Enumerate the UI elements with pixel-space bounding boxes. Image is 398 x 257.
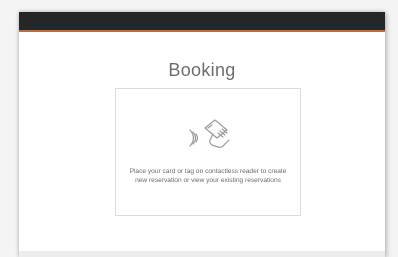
top-bar-accent-line xyxy=(19,30,385,32)
booking-card: Place your card or tag on contactless re… xyxy=(115,88,301,216)
instruction-text: Place your card or tag on contactless re… xyxy=(129,168,287,185)
contactless-card-icon xyxy=(189,119,230,148)
app-window: Booking Place your card or tag on contac… xyxy=(19,12,385,257)
window-bottom-edge xyxy=(19,251,385,257)
page-title: Booking xyxy=(168,60,236,80)
top-bar xyxy=(19,12,385,30)
